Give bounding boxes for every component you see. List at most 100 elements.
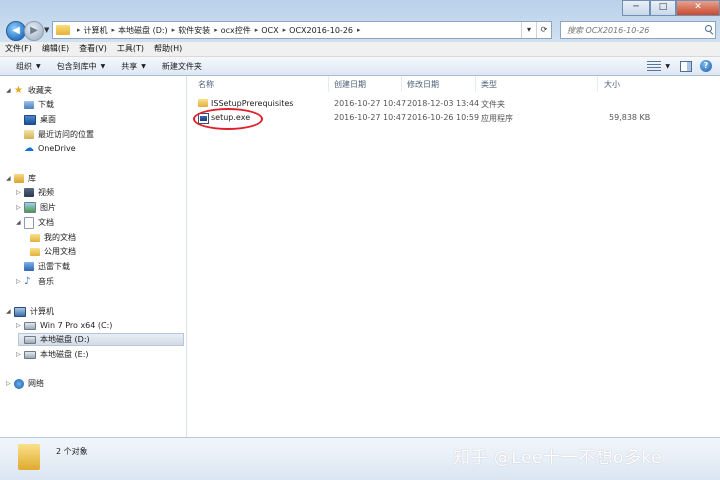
folder-icon [18, 444, 40, 470]
file-row[interactable]: ISSetupPrerequisites 2016-10-27 10:47 20… [195, 98, 660, 111]
nav-desktop[interactable]: 桌面 [24, 113, 56, 126]
nav-xunlei-downloads[interactable]: 迅雷下载 [24, 260, 70, 273]
expand-icon[interactable]: ▷ [16, 278, 24, 285]
computer-icon [14, 306, 26, 317]
nav-computer[interactable]: ◢ 计算机 [6, 305, 54, 318]
chevron-down-icon: ▼ [141, 62, 146, 70]
nav-onedrive[interactable]: ☁ OneDrive [24, 142, 76, 155]
menu-view[interactable]: 查看(V) [74, 42, 112, 56]
desktop-icon [24, 114, 36, 125]
menu-tools[interactable]: 工具(T) [112, 42, 149, 56]
help-icon[interactable]: ? [700, 60, 712, 72]
column-divider[interactable] [475, 76, 476, 92]
include-in-library-button[interactable]: 包含到库中 ▼ [49, 61, 114, 72]
nav-recent-places[interactable]: 最近访问的位置 [24, 128, 94, 141]
preview-pane-icon[interactable] [680, 60, 692, 72]
expand-icon[interactable]: ▷ [16, 351, 24, 358]
organize-button[interactable]: 组织 ▼ [0, 61, 49, 72]
file-list-pane: 名称 创建日期 修改日期 类型 大小 ISSetupPrerequisites … [187, 76, 720, 437]
nav-label: 收藏夹 [28, 86, 52, 95]
video-icon [24, 188, 34, 197]
expand-icon[interactable]: ◢ [16, 219, 24, 226]
address-history-button[interactable]: ▾ [521, 22, 536, 38]
red-highlight-ring [193, 108, 263, 130]
nav-label: 桌面 [40, 115, 56, 124]
watermark: 知乎 @Lee十一不想o多ke [453, 448, 663, 468]
nav-label: 迅雷下载 [38, 262, 70, 271]
column-header-name[interactable]: 名称 [198, 79, 214, 90]
maximize-button[interactable]: □ [650, 0, 676, 16]
chevron-right-icon[interactable]: ▸ [255, 26, 259, 34]
expand-icon[interactable]: ◢ [6, 175, 14, 182]
column-header-size[interactable]: 大小 [604, 79, 620, 90]
column-divider[interactable] [401, 76, 402, 92]
search-box[interactable] [560, 21, 716, 39]
breadcrumb-computer[interactable]: 计算机 ▸ [84, 25, 119, 36]
expand-icon[interactable]: ◢ [6, 308, 14, 315]
nav-drive-d[interactable]: 本地磁盘 (D:) [18, 333, 184, 346]
breadcrumb-ocx[interactable]: OCX ▸ [261, 26, 289, 35]
column-divider[interactable] [597, 76, 598, 92]
expand-icon[interactable]: ▷ [6, 380, 14, 387]
network-icon [14, 378, 24, 389]
chevron-right-icon[interactable]: ▸ [283, 26, 287, 34]
menu-edit[interactable]: 编辑(E) [37, 42, 74, 56]
view-options-icon[interactable] [647, 61, 662, 71]
expand-icon[interactable]: ▷ [16, 204, 24, 211]
new-folder-button[interactable]: 新建文件夹 [154, 61, 210, 72]
breadcrumb-ocx-date[interactable]: OCX2016-10-26 ▸ [289, 26, 363, 35]
share-label: 共享 [121, 61, 138, 71]
chevron-right-icon[interactable]: ▸ [172, 26, 176, 34]
column-header-modified[interactable]: 修改日期 [407, 79, 439, 90]
organize-label: 组织 [16, 61, 32, 71]
column-divider[interactable] [328, 76, 329, 92]
nav-drive-c[interactable]: ▷ Win 7 Pro x64 (C:) [16, 319, 112, 332]
folder-icon [198, 99, 208, 107]
refresh-button[interactable]: ⟳ [536, 22, 551, 38]
share-button[interactable]: 共享 ▼ [113, 61, 154, 72]
nav-pictures[interactable]: ▷ 图片 [16, 201, 56, 214]
file-row[interactable]: setup.exe 2016-10-27 10:47 2016-10-26 10… [195, 112, 660, 125]
nav-videos[interactable]: ▷ 视频 [16, 186, 54, 199]
search-input[interactable] [565, 24, 704, 36]
nav-network[interactable]: ▷ 网络 [6, 377, 44, 390]
nav-music[interactable]: ▷ ♪ 音乐 [16, 275, 54, 288]
chevron-right-icon[interactable]: ▸ [112, 26, 116, 34]
nav-favorites[interactable]: ◢ ★ 收藏夹 [6, 84, 52, 97]
menu-file[interactable]: 文件(F) [0, 42, 37, 56]
command-bar: 组织 ▼ 包含到库中 ▼ 共享 ▼ 新建文件夹 ▼ ? [0, 57, 720, 76]
expand-icon[interactable]: ▷ [16, 322, 24, 329]
breadcrumb-ocx-controls[interactable]: ocx控件 ▸ [221, 25, 262, 36]
column-header-type[interactable]: 类型 [481, 79, 497, 90]
chevron-right-icon[interactable]: ▸ [214, 26, 218, 34]
back-arrow-icon: ◀ [12, 25, 20, 36]
nav-label: 图片 [40, 203, 56, 212]
nav-libraries[interactable]: ◢ 库 [6, 172, 36, 185]
nav-my-documents[interactable]: 我的文档 [30, 231, 76, 244]
nav-downloads[interactable]: 下载 [24, 98, 54, 111]
minimize-button[interactable]: ─ [622, 0, 650, 16]
column-header-created[interactable]: 创建日期 [334, 79, 366, 90]
file-modified: 2018-12-03 13:44 [407, 99, 480, 108]
close-button[interactable]: ✕ [676, 0, 720, 16]
breadcrumb-software[interactable]: 软件安装 ▸ [178, 25, 221, 36]
star-icon: ★ [14, 84, 23, 96]
address-bar[interactable]: ▸ 计算机 ▸ 本地磁盘 (D:) ▸ 软件安装 ▸ ocx控件 ▸ OCX ▸ OCX2… [52, 21, 552, 39]
search-icon[interactable] [704, 25, 714, 35]
chevron-right-icon[interactable]: ▸ [357, 26, 361, 34]
nav-documents[interactable]: ◢ 文档 [16, 216, 54, 229]
expand-icon[interactable]: ▷ [16, 189, 24, 196]
nav-drive-e[interactable]: ▷ 本地磁盘 (E:) [16, 348, 89, 361]
recent-pages-dropdown[interactable]: ▼ [44, 26, 49, 34]
nav-label: 库 [28, 174, 36, 183]
nav-public-documents[interactable]: 公用文档 [30, 245, 76, 258]
breadcrumb-drive-d[interactable]: 本地磁盘 (D:) ▸ [118, 25, 178, 36]
back-button[interactable]: ◀ [6, 21, 26, 41]
address-row: ◀ ▶ ▼ ▸ 计算机 ▸ 本地磁盘 (D:) ▸ 软件安装 ▸ ocx控件 ▸ OCX… [0, 20, 720, 41]
breadcrumb-separator[interactable]: ▸ [73, 26, 84, 34]
menu-help[interactable]: 帮助(H) [149, 42, 187, 56]
expand-icon[interactable]: ◢ [6, 87, 14, 94]
forward-button[interactable]: ▶ [24, 21, 44, 41]
downloads-icon [24, 100, 34, 109]
chevron-down-icon[interactable]: ▼ [665, 63, 670, 70]
